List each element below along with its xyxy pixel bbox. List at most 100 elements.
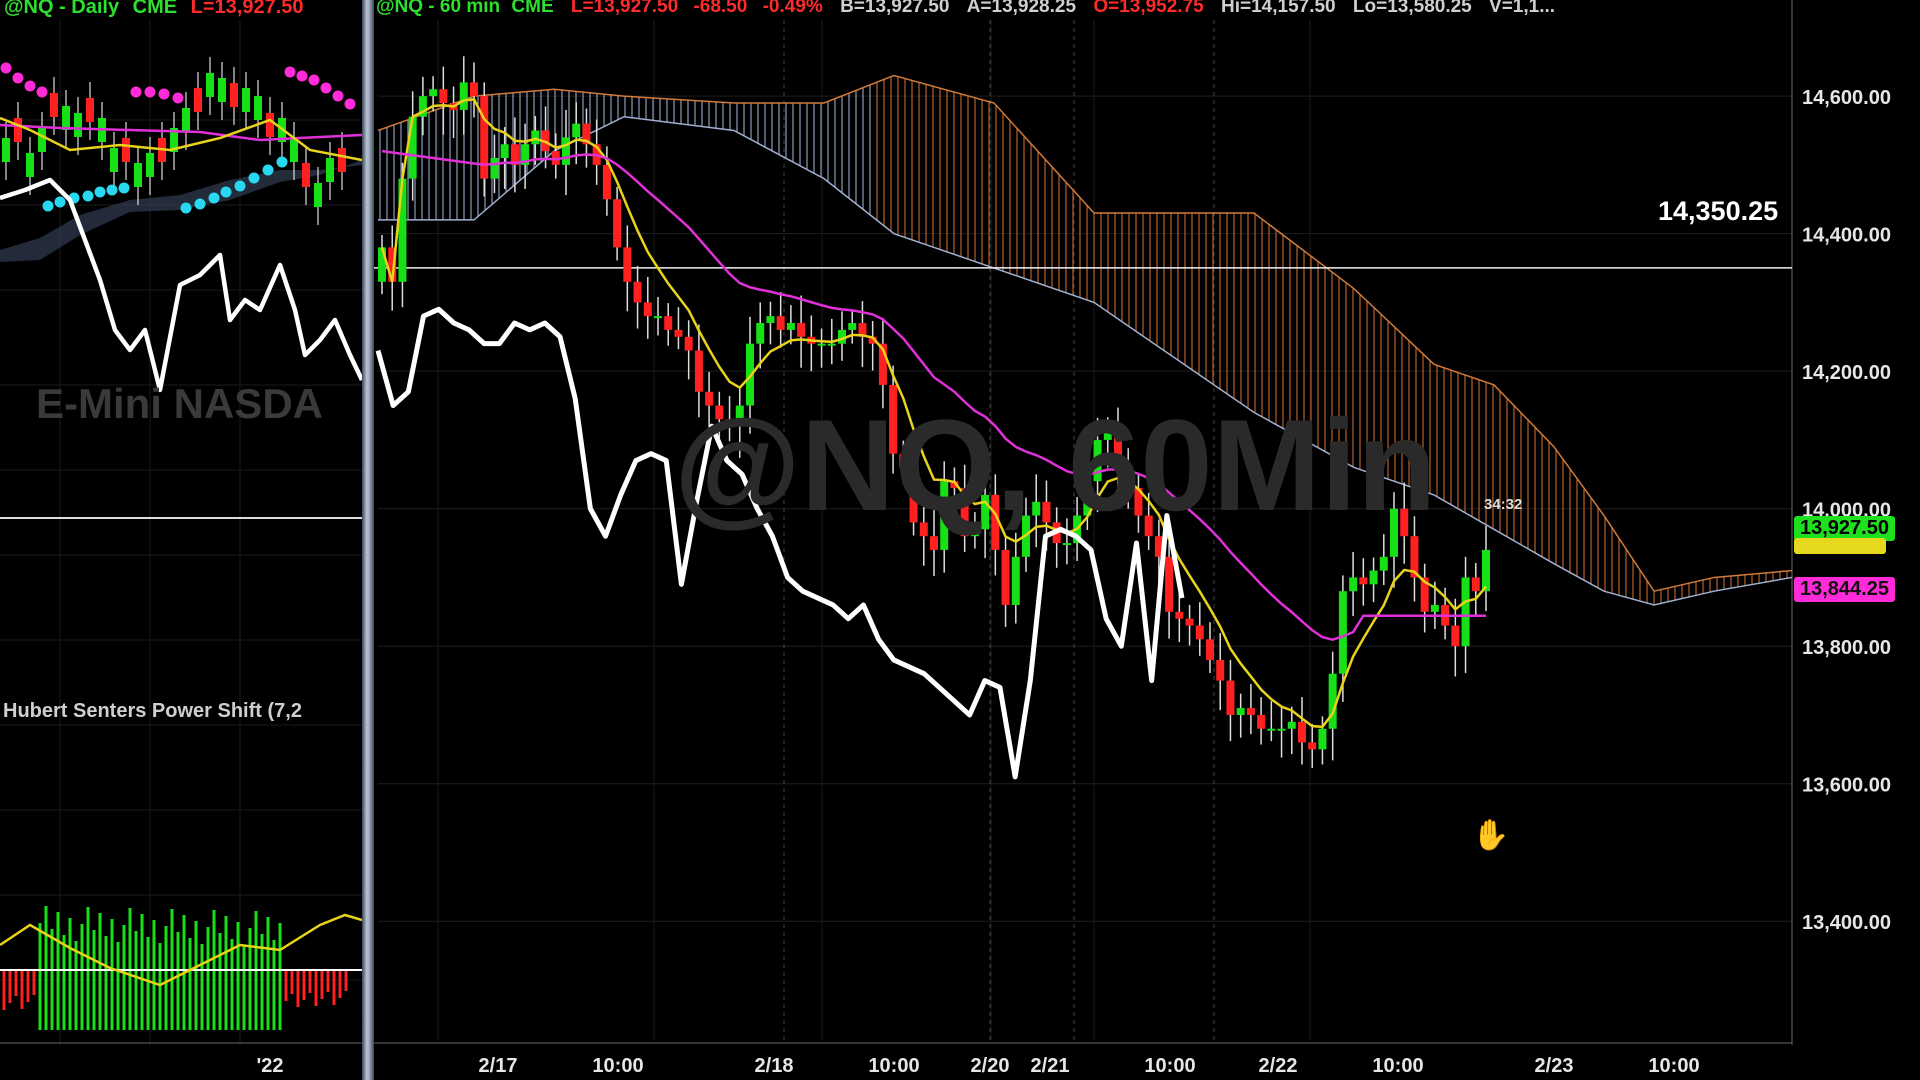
candle-up	[1430, 604, 1439, 612]
candle-down	[439, 89, 448, 104]
candle-down	[1216, 659, 1225, 681]
candle-down	[1175, 611, 1184, 619]
candle-up	[110, 148, 118, 172]
y-tick-label: 14,200.00	[1802, 362, 1891, 384]
candle-down	[633, 281, 642, 303]
candle-up	[531, 130, 540, 145]
candle-up	[1328, 673, 1337, 729]
candle-up	[1011, 556, 1020, 605]
candle-up	[326, 158, 334, 182]
intraday-chart-panel[interactable]: 13,400.00 13,600.00 13,800.00 14,000.00 14,2…	[374, 0, 1920, 1080]
candle-down	[14, 118, 22, 142]
candle-down	[338, 148, 346, 172]
x-tick-label: 10:00	[1372, 1055, 1423, 1077]
x-tick-label: 10:00	[868, 1055, 919, 1077]
daily-chart-panel[interactable]: '22 @NQ - Daily CME L=13,927.50 E-Mini N…	[0, 0, 362, 1080]
candle-up	[1267, 728, 1276, 731]
candle-down	[1001, 549, 1010, 605]
daily-symbol-label: @NQ - Daily	[4, 0, 120, 18]
candle-up	[1277, 728, 1286, 731]
dot-cyan	[180, 202, 192, 214]
x-tick-label: 10:00	[1648, 1055, 1699, 1077]
candle-down	[86, 98, 94, 122]
candle-up	[848, 323, 857, 330]
candle-up	[1236, 708, 1245, 715]
candle-up	[766, 316, 775, 324]
x-tick-label: 10:00	[592, 1055, 643, 1077]
candle-up	[490, 158, 499, 179]
intraday-chart-canvas[interactable]: 13,400.0013,600.0013,800.0014,000.0014,2…	[374, 0, 1920, 1080]
candle-down	[1206, 639, 1214, 660]
dot-cyan	[220, 186, 232, 198]
candle-up	[254, 96, 262, 120]
candle-up	[182, 108, 190, 132]
power-shift-signal	[0, 913, 362, 987]
candle-up	[429, 89, 438, 97]
candle-up	[827, 343, 836, 346]
daily-chart-canvas[interactable]: '22	[0, 0, 362, 1080]
intraday-bid-label: B=13,927.50	[840, 0, 950, 17]
dot-cyan	[262, 164, 274, 176]
dot-magenta	[308, 74, 320, 86]
intraday-chart-header: @NQ - 60 min CME L=13,927.50 -68.50 -0.4…	[376, 0, 1555, 18]
dot-magenta	[130, 86, 142, 98]
indicator-title: Hubert Senters Power Shift (7,2	[3, 700, 302, 722]
candle-down	[194, 88, 202, 112]
intraday-symbol-label: @NQ - 60 min	[376, 0, 501, 17]
dot-cyan	[194, 198, 206, 210]
candle-down	[776, 316, 785, 330]
x-tick-label: 2/21	[1031, 1055, 1070, 1077]
horizontal-level-label: 14,350.25	[1658, 196, 1779, 226]
candle-up	[817, 343, 826, 346]
y-tick-label: 14,600.00	[1802, 87, 1891, 109]
dot-magenta	[12, 72, 24, 84]
candle-up	[134, 163, 142, 187]
candle-down	[1359, 577, 1368, 585]
x-tick-label: 2/22	[1259, 1055, 1298, 1077]
intraday-exchange-label: CME	[511, 0, 554, 17]
candle-down	[230, 83, 238, 107]
intraday-change-label: -68.50	[693, 0, 748, 17]
x-tick-label: 10:00	[1144, 1055, 1195, 1077]
candle-up	[146, 153, 154, 177]
candle-up	[314, 183, 322, 207]
y-tick-label: 13,600.00	[1802, 775, 1891, 797]
dot-magenta	[172, 92, 184, 104]
dot-cyan	[42, 200, 54, 212]
y-tick-label: 14,400.00	[1802, 225, 1891, 247]
dot-magenta	[0, 62, 12, 74]
candle-down	[664, 316, 673, 330]
intraday-low-label: Lo=13,580.25	[1352, 0, 1472, 17]
candle-up	[756, 323, 765, 344]
intraday-high-label: Hi=14,157.50	[1221, 0, 1336, 17]
candle-down	[797, 323, 806, 337]
candle-down	[266, 113, 274, 137]
candle-down	[623, 247, 632, 282]
candle-up	[26, 153, 34, 177]
candle-up	[1461, 577, 1470, 647]
candle-down	[613, 199, 622, 248]
candle-up	[1482, 549, 1490, 592]
daily-last-label: L=13,927.50	[190, 0, 304, 18]
candle-down	[1298, 721, 1306, 743]
dot-magenta	[332, 90, 344, 102]
x-tick-label: 2/18	[755, 1055, 794, 1077]
comparison-line	[375, 306, 1185, 780]
dot-cyan	[234, 180, 246, 192]
dot-magenta	[320, 82, 332, 94]
daily-exchange-label: CME	[132, 0, 178, 18]
panel-splitter[interactable]	[362, 0, 374, 1080]
candle-up	[500, 144, 509, 159]
candle-down	[50, 93, 58, 117]
dot-cyan	[208, 192, 220, 204]
intraday-last-label: L=13,927.50	[570, 0, 679, 17]
candle-up	[38, 128, 46, 152]
candle-up	[654, 316, 662, 319]
candle-down	[694, 350, 703, 392]
fast-ma-price-tag	[1794, 538, 1886, 554]
candle-down	[302, 163, 310, 187]
x-tick-label: 2/17	[479, 1055, 518, 1077]
candle-up	[218, 78, 226, 102]
candle-down	[470, 82, 478, 97]
intraday-watermark: @NQ, 60Min	[674, 392, 1437, 538]
